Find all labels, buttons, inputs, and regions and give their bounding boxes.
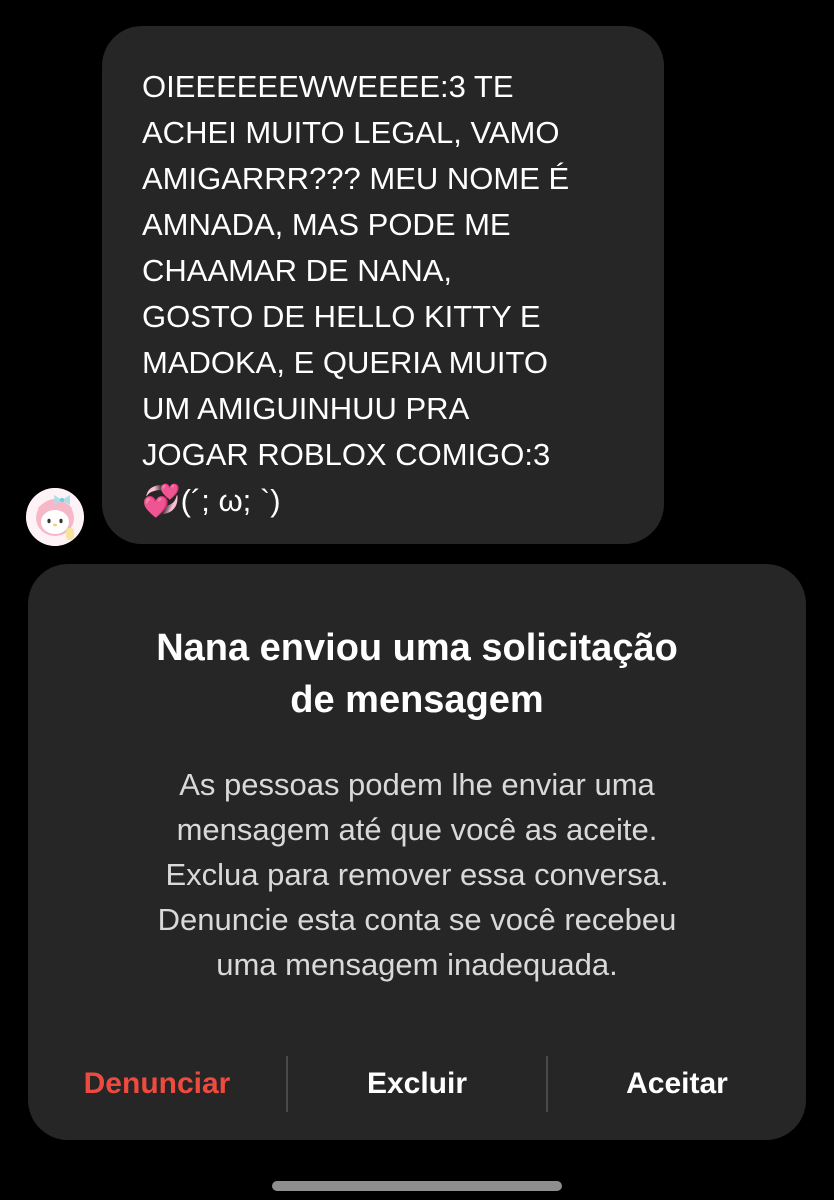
message-bubble: OIEEEEEEWWEEEE:3 TE ACHEI MUITO LEGAL, V… (102, 26, 664, 544)
accept-button[interactable]: Aceitar (548, 1054, 806, 1114)
request-actions: Denunciar Excluir Aceitar (28, 1054, 806, 1114)
delete-button[interactable]: Excluir (288, 1054, 546, 1114)
home-indicator[interactable] (272, 1181, 562, 1191)
sender-avatar[interactable] (26, 488, 84, 546)
report-button[interactable]: Denunciar (28, 1054, 286, 1114)
request-title: Nana enviou uma solicitação de mensagem (156, 627, 678, 721)
my-melody-avatar-icon (26, 488, 84, 546)
request-description: As pessoas podem lhe enviar uma mensagem… (157, 767, 677, 982)
message-row: OIEEEEEEWWEEEE:3 TE ACHEI MUITO LEGAL, V… (0, 0, 834, 560)
